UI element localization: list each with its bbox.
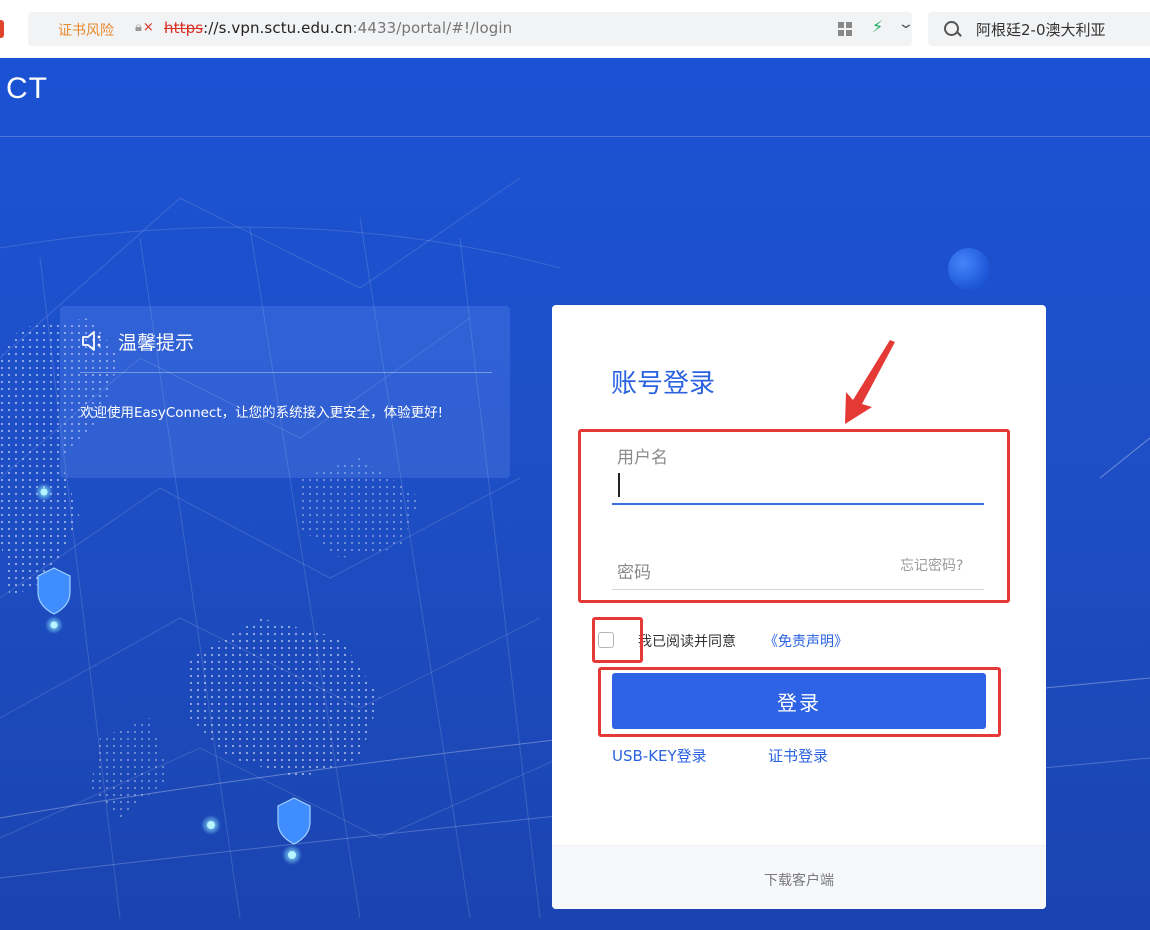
- qr-code-icon[interactable]: [838, 22, 852, 36]
- tip-body: 欢迎使用EasyConnect，让您的系统接入更安全，体验更好!: [80, 405, 444, 421]
- browser-address-bar: 证书风险 🔒︎× https://s.vpn.sctu.edu.cn:4433/…: [0, 0, 1150, 59]
- tip-divider: [80, 372, 492, 373]
- url-scheme: https: [164, 19, 204, 37]
- url-host: ://s.vpn.sctu.edu.cn: [203, 19, 353, 37]
- agree-label: 我已阅读并同意: [638, 634, 736, 650]
- logo-text: CT: [6, 72, 48, 105]
- search-text[interactable]: 阿根廷2-0澳大利亚: [976, 19, 1106, 40]
- usb-key-login-link[interactable]: USB-KEY登录: [612, 745, 707, 766]
- speaker-icon: [82, 331, 101, 351]
- url-text[interactable]: https://s.vpn.sctu.edu.cn:4433/portal/#!…: [164, 19, 512, 37]
- cert-warning-label[interactable]: 证书风险: [58, 20, 114, 40]
- login-title: 账号登录: [611, 369, 716, 399]
- disclaimer-link[interactable]: 《免责声明》: [764, 631, 848, 651]
- vpn-portal-page: CT 温馨提示 欢迎使用EasyConnect，让您的系统接入更安全，体验更好!…: [0, 58, 1150, 930]
- card-footer: 下载客户端: [552, 845, 1046, 909]
- tip-title: 温馨提示: [118, 332, 195, 354]
- browser-search-box[interactable]: 阿根廷2-0澳大利亚: [928, 12, 1150, 46]
- address-box[interactable]: 证书风险 🔒︎× https://s.vpn.sctu.edu.cn:4433/…: [28, 12, 915, 46]
- annotation-box-credentials: [578, 429, 1010, 603]
- annotation-box-checkbox: [592, 617, 643, 663]
- lightning-icon[interactable]: ⚡︎: [872, 17, 883, 36]
- chevron-down-icon[interactable]: ⌄: [897, 16, 915, 32]
- portal-header: CT: [0, 58, 1150, 137]
- annotation-box-login-button: [598, 667, 1001, 737]
- search-icon: [944, 21, 959, 36]
- download-client-link[interactable]: 下载客户端: [552, 870, 1046, 890]
- decorative-sphere: [948, 248, 990, 290]
- login-card: 账号登录 用户名 密码 忘记密码? 我已阅读并同意 《免责声明》 登录 USB-…: [552, 305, 1046, 909]
- certificate-login-link[interactable]: 证书登录: [768, 745, 828, 766]
- url-path: :4433/portal/#!/login: [352, 19, 513, 37]
- insecure-lock-icon[interactable]: 🔒︎×: [135, 20, 154, 35]
- tab-edge-icon: [0, 20, 4, 38]
- tip-panel: 温馨提示 欢迎使用EasyConnect，让您的系统接入更安全，体验更好!: [60, 306, 510, 478]
